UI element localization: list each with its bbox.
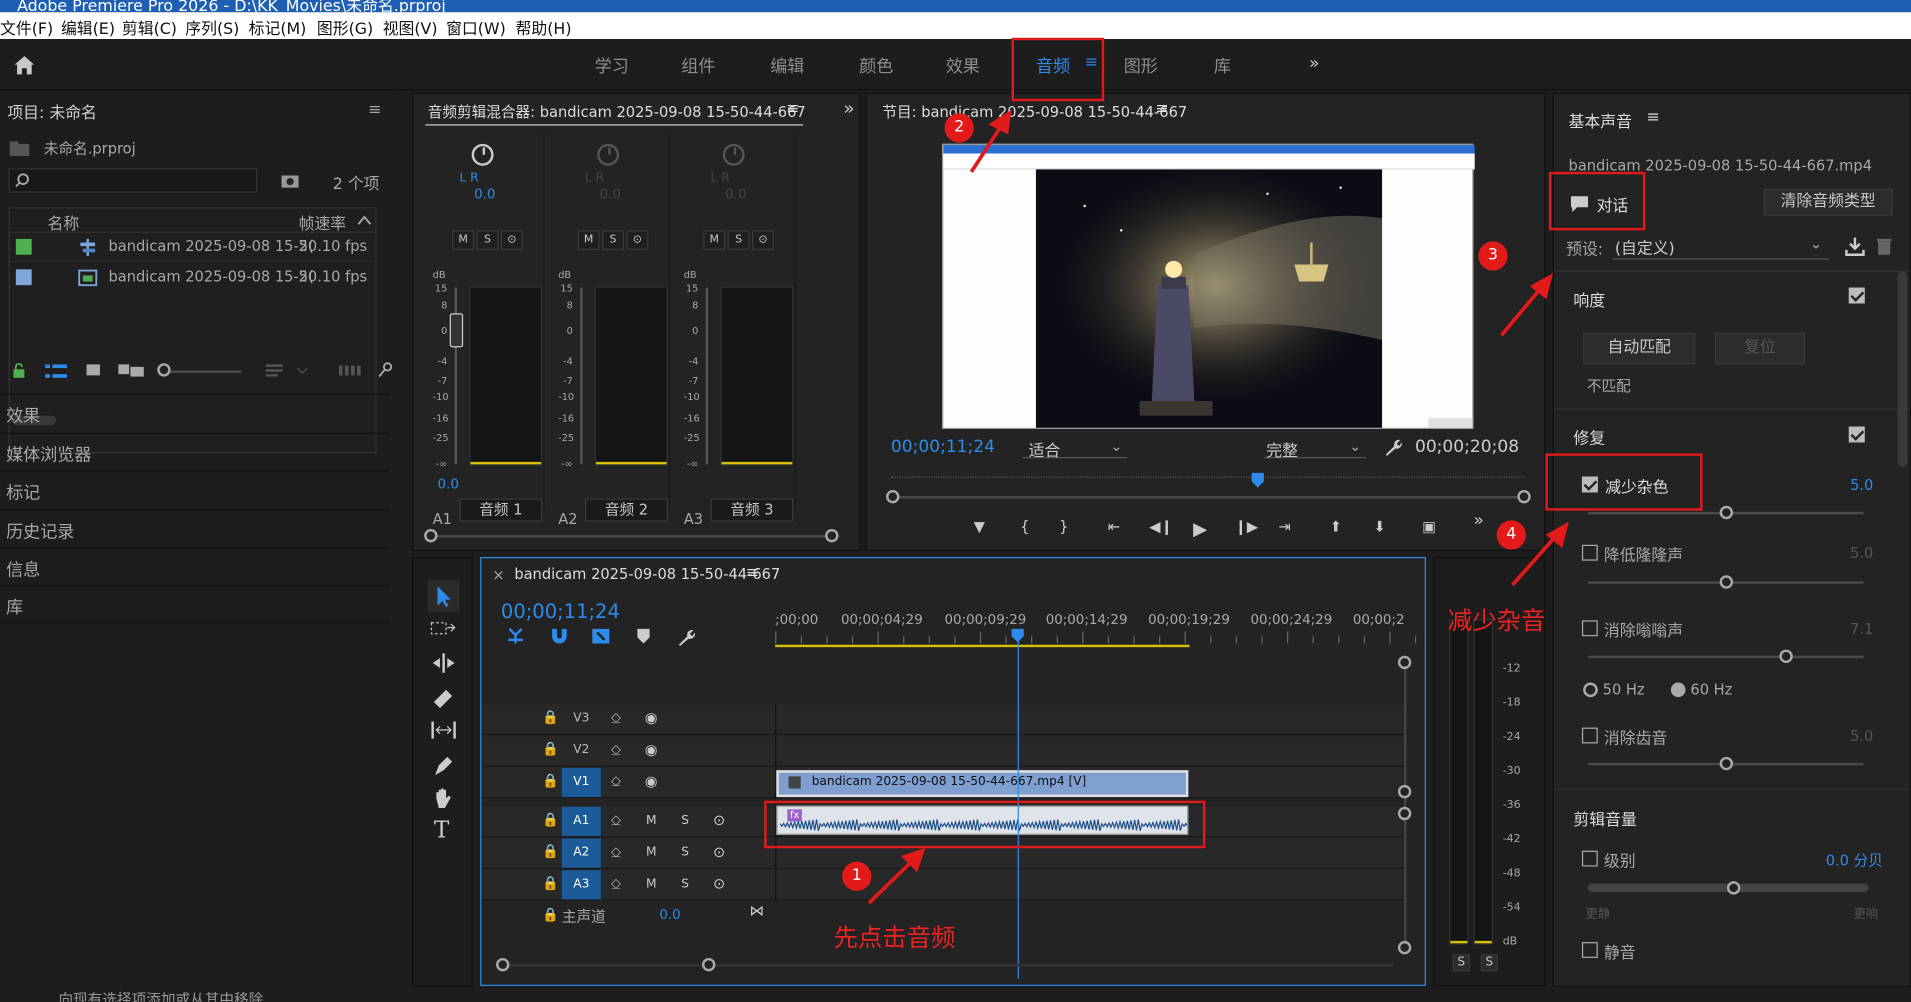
annotation-arrows — [867, 109, 1569, 905]
arrow-2-head — [988, 109, 1012, 135]
